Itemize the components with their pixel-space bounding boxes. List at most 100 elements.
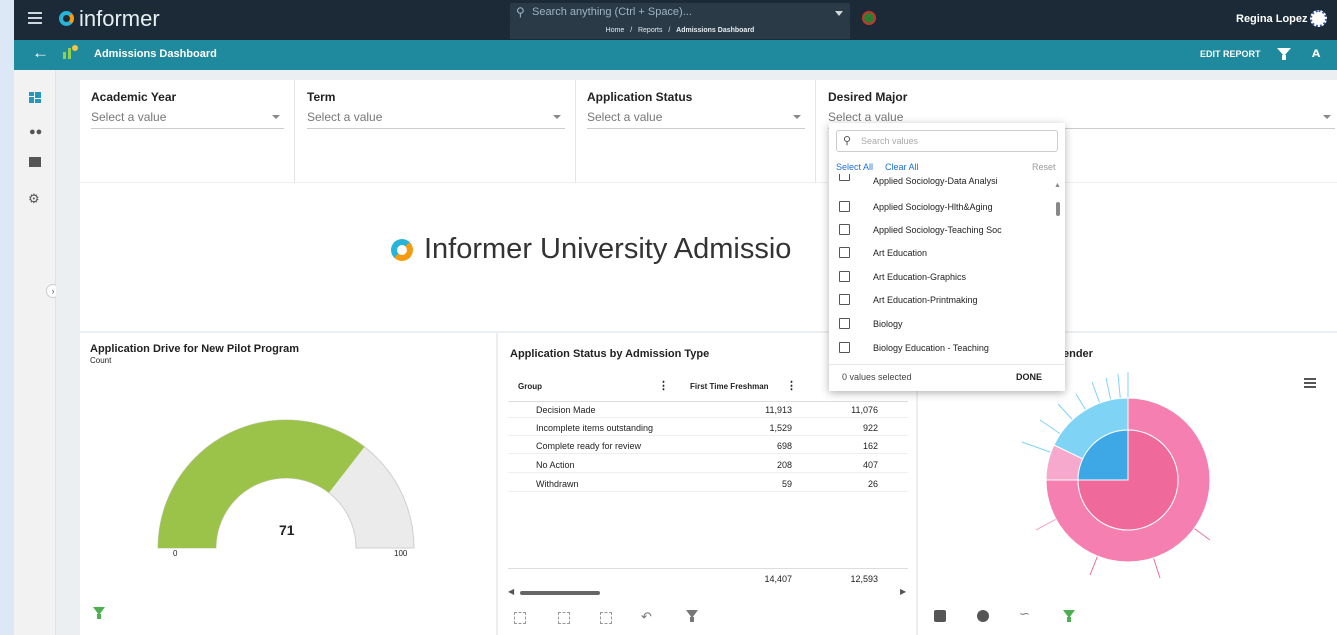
option-label: Art Education-Printmaking: [873, 295, 978, 305]
undo-icon[interactable]: ↶: [641, 609, 652, 625]
filter-divider: [294, 80, 295, 182]
pie-chart-icon[interactable]: [977, 610, 989, 622]
cell-value: 208: [776, 460, 792, 470]
bar-chart-icon[interactable]: [934, 610, 946, 622]
table-filter-icon-stem: [690, 617, 694, 622]
informer-logo-icon: [59, 11, 74, 26]
search-dropdown-caret-icon[interactable]: [835, 11, 843, 16]
left-rail: [14, 70, 56, 635]
chart-menu-icon[interactable]: [1304, 378, 1316, 388]
checkbox[interactable]: [839, 271, 850, 282]
scroll-up-icon[interactable]: ▲: [1054, 182, 1061, 189]
line-chart-icon[interactable]: ∽: [1019, 606, 1030, 622]
checkbox[interactable]: [839, 294, 850, 305]
breadcrumb: Home / Reports / Admissions Dashboard: [510, 23, 850, 39]
done-button[interactable]: DONE: [1016, 372, 1042, 382]
dropdown-footer: [829, 364, 1065, 365]
cell-value: 407: [862, 460, 878, 470]
cell-group: Decision Made: [536, 405, 596, 415]
user-name[interactable]: Regina Lopez: [1236, 13, 1308, 25]
checkbox[interactable]: [839, 318, 850, 329]
option-label: Art Education: [873, 248, 928, 258]
gauge-fill: [158, 420, 365, 548]
table-title: Application Status by Admission Type: [510, 348, 710, 360]
checkbox[interactable]: [839, 247, 850, 258]
sunburst-title: ender: [1063, 348, 1093, 360]
cell-value: 698: [776, 441, 792, 451]
user-avatar[interactable]: [1310, 10, 1327, 27]
edit-report-button[interactable]: EDIT REPORT: [1200, 49, 1261, 59]
sunburst-chart: [1021, 372, 1211, 579]
card-filter-icon-stem: [97, 614, 101, 619]
people-icon[interactable]: ●●: [29, 126, 42, 138]
dropdown-search[interactable]: ⚲ Search values: [836, 130, 1058, 152]
filter-academic-year[interactable]: Academic Year Select a value: [91, 90, 284, 129]
gauge-title: Application Drive for New Pilot Program: [90, 343, 300, 355]
table-row[interactable]: Complete ready for review 698 162: [508, 438, 908, 454]
filter-select[interactable]: Select a value: [307, 110, 565, 129]
major-option[interactable]: Art Education-Printmaking: [829, 289, 1065, 312]
major-option[interactable]: Applied Sociology-Data Analysi: [829, 174, 1065, 190]
cell-value: 162: [862, 441, 878, 451]
scroll-thumb[interactable]: [1056, 202, 1060, 216]
global-search[interactable]: ⚲ Search anything (Ctrl + Space)...: [510, 3, 850, 23]
major-option[interactable]: Applied Sociology-Hlth&Aging: [829, 196, 1065, 219]
filter-select[interactable]: Select a value: [91, 110, 284, 129]
select-all-link[interactable]: Select All: [836, 162, 873, 172]
reset-link[interactable]: Reset: [1032, 162, 1056, 172]
expand-rows-icon[interactable]: [514, 612, 526, 624]
dropdown-scrollbar[interactable]: ▲: [1054, 182, 1062, 358]
scroll-right-icon[interactable]: ▶: [900, 587, 906, 596]
dropdown-search-placeholder: Search values: [861, 136, 919, 146]
expand-columns-icon[interactable]: [558, 612, 570, 624]
option-label: Biology Education - Teaching: [873, 343, 989, 353]
comment-icon[interactable]: [29, 157, 41, 167]
checkbox[interactable]: [839, 174, 850, 181]
checkbox[interactable]: [839, 201, 850, 212]
column-menu-icon[interactable]: ⋮: [786, 379, 797, 392]
major-option[interactable]: Applied Sociology-Teaching Soc: [829, 219, 1065, 242]
breadcrumb-home[interactable]: Home: [606, 27, 625, 34]
clear-all-link[interactable]: Clear All: [885, 162, 919, 172]
filter-application-status[interactable]: Application Status Select a value: [587, 90, 805, 129]
scroll-thumb[interactable]: [520, 591, 600, 595]
cell-value: 59: [781, 479, 792, 489]
table-row[interactable]: Decision Made 11,913 11,076: [508, 402, 908, 418]
filter-label: Desired Major: [828, 90, 908, 104]
horizontal-scrollbar[interactable]: ◀ ▶: [508, 587, 908, 597]
filter-select[interactable]: Select a value: [587, 110, 805, 129]
dashboard-icon[interactable]: [29, 92, 41, 103]
breadcrumb-reports[interactable]: Reports: [638, 27, 663, 34]
major-option[interactable]: Biology Education - Teaching: [829, 337, 1065, 360]
accessibility-icon[interactable]: ᴀ: [1312, 44, 1320, 60]
header-group[interactable]: Group: [518, 382, 542, 391]
checkbox[interactable]: [839, 224, 850, 235]
breadcrumb-separator: /: [668, 27, 671, 34]
back-arrow-icon[interactable]: ←: [32, 44, 49, 62]
option-label: Applied Sociology-Teaching Soc: [873, 225, 1002, 235]
column-menu-icon[interactable]: ⋮: [658, 379, 669, 392]
option-label: Applied Sociology-Data Analysi: [873, 176, 998, 186]
table-row[interactable]: No Action 208 407: [508, 457, 908, 473]
banner-title: Informer University Admissio: [424, 233, 792, 265]
breadcrumb-separator: /: [630, 27, 633, 34]
extension-icon[interactable]: [862, 11, 876, 25]
chevron-down-icon: [272, 115, 280, 119]
table-row[interactable]: Withdrawn 59 26: [508, 476, 908, 492]
expand-all-icon[interactable]: [600, 612, 612, 624]
scroll-left-icon[interactable]: ◀: [508, 587, 514, 596]
major-option[interactable]: Biology: [829, 313, 1065, 336]
cell-group: Complete ready for review: [536, 441, 642, 451]
brand-name[interactable]: informer: [79, 6, 160, 32]
major-option[interactable]: Art Education: [829, 242, 1065, 265]
settings-icon[interactable]: ⚙: [28, 191, 40, 207]
dashboard-report-icon: [62, 45, 78, 59]
major-option[interactable]: Art Education-Graphics: [829, 266, 1065, 289]
option-label: Art Education-Graphics: [873, 272, 967, 282]
checkbox[interactable]: [839, 342, 850, 353]
table-row[interactable]: Incomplete items outstanding 1,529 922: [508, 420, 908, 436]
menu-icon[interactable]: [28, 12, 42, 24]
header-first-time-freshman[interactable]: First Time Freshman: [690, 382, 769, 391]
filter-term[interactable]: Term Select a value: [307, 90, 565, 129]
chart-filter-icon-stem: [1067, 617, 1071, 622]
